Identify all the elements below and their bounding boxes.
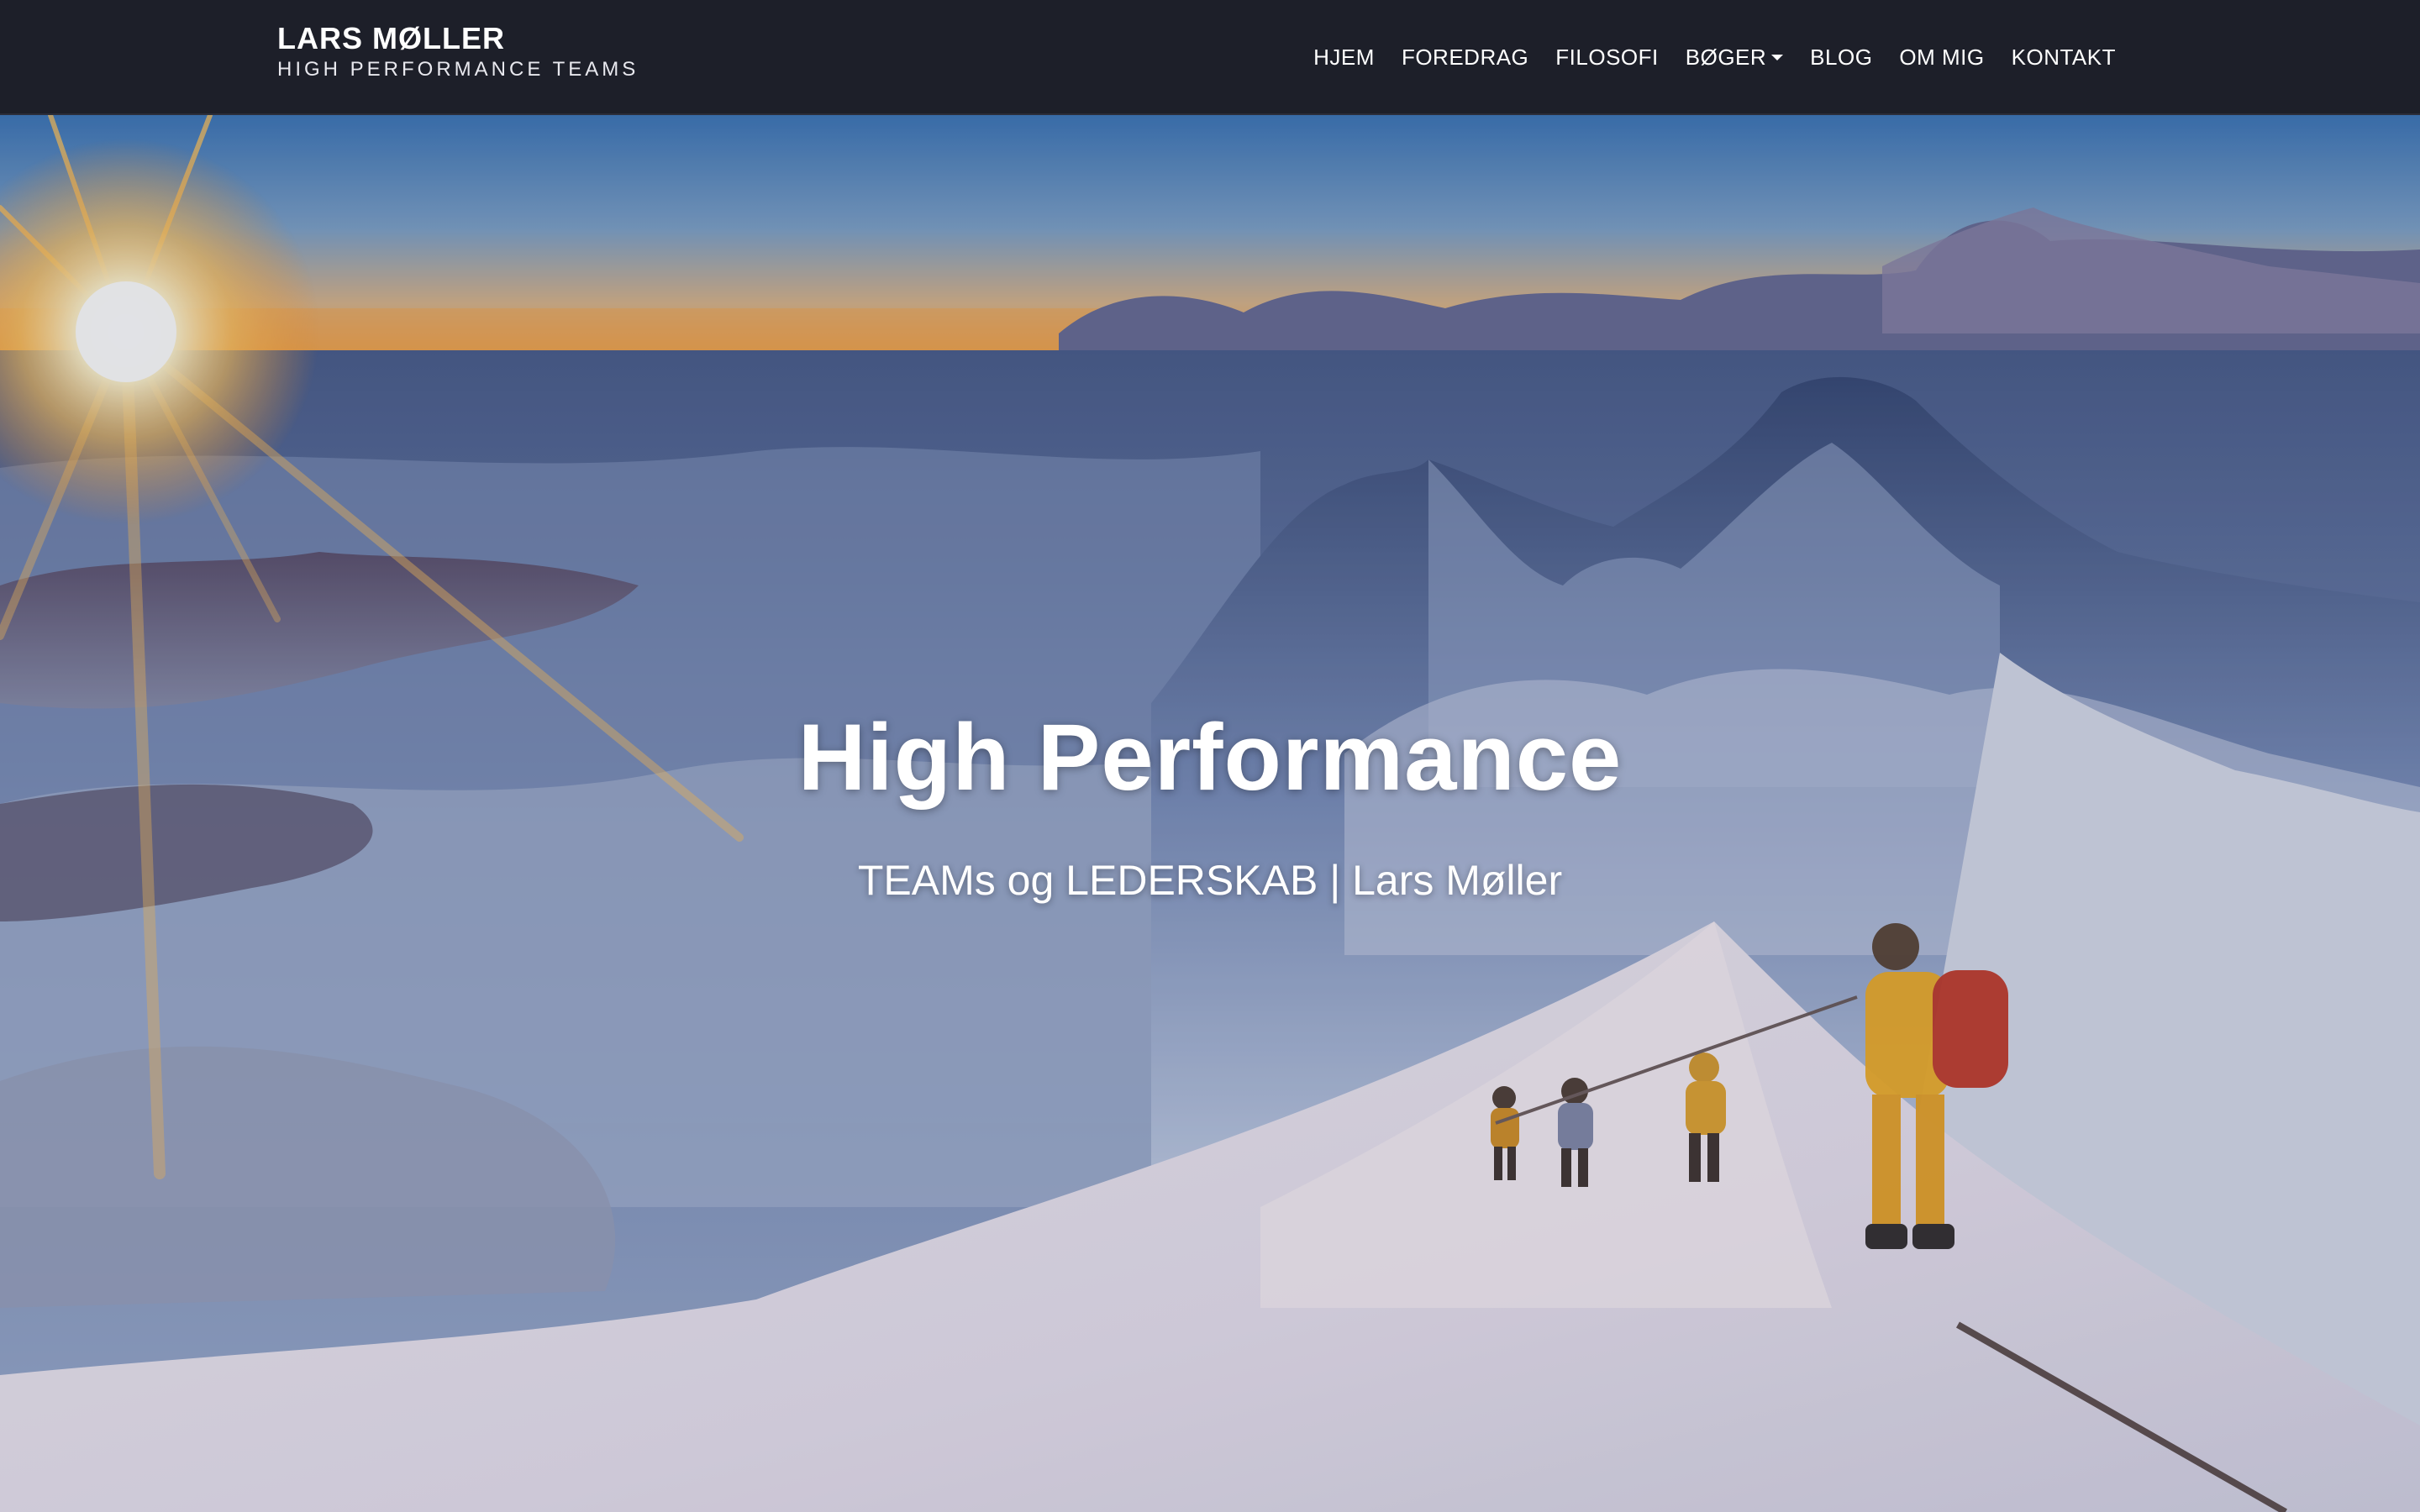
nav-item-label: FILOSOFI — [1555, 45, 1659, 70]
nav-item-label: FOREDRAG — [1401, 45, 1529, 70]
nav-item-kontakt[interactable]: KONTAKT — [1998, 45, 2129, 71]
nav-item-om-mig[interactable]: OM MIG — [1886, 45, 1997, 71]
nav-item-filosofi[interactable]: FILOSOFI — [1542, 45, 1671, 71]
navbar: LARS MØLLER HIGH PERFORMANCE TEAMS HJEM … — [0, 0, 2420, 115]
nav-item-label: KONTAKT — [2011, 45, 2116, 70]
hero-content: High Performance TEAMs og LEDERSKAB | La… — [0, 115, 2420, 1512]
brand-name: LARS MØLLER — [277, 21, 505, 55]
main-nav: HJEM FOREDRAG FILOSOFI BØGER BLOG OM MIG… — [1300, 0, 2129, 115]
nav-item-label: BLOG — [1810, 45, 1873, 70]
nav-item-label: BØGER — [1685, 45, 1767, 70]
nav-item-boger-dropdown[interactable]: BØGER — [1672, 45, 1797, 71]
hero-section: High Performance TEAMs og LEDERSKAB | La… — [0, 115, 2420, 1512]
nav-item-hjem[interactable]: HJEM — [1300, 45, 1388, 71]
nav-item-blog[interactable]: BLOG — [1797, 45, 1886, 71]
nav-item-foredrag[interactable]: FOREDRAG — [1388, 45, 1542, 71]
brand-logo-link[interactable]: LARS MØLLER HIGH PERFORMANCE TEAMS — [277, 20, 639, 82]
brand-tagline: HIGH PERFORMANCE TEAMS — [277, 58, 639, 81]
hero-subtitle: TEAMs og LEDERSKAB | Lars Møller — [857, 857, 1563, 904]
hero-title: High Performance — [797, 705, 1623, 810]
nav-item-label: HJEM — [1313, 45, 1375, 70]
caret-down-icon — [1771, 55, 1784, 60]
nav-item-label: OM MIG — [1899, 45, 1985, 70]
